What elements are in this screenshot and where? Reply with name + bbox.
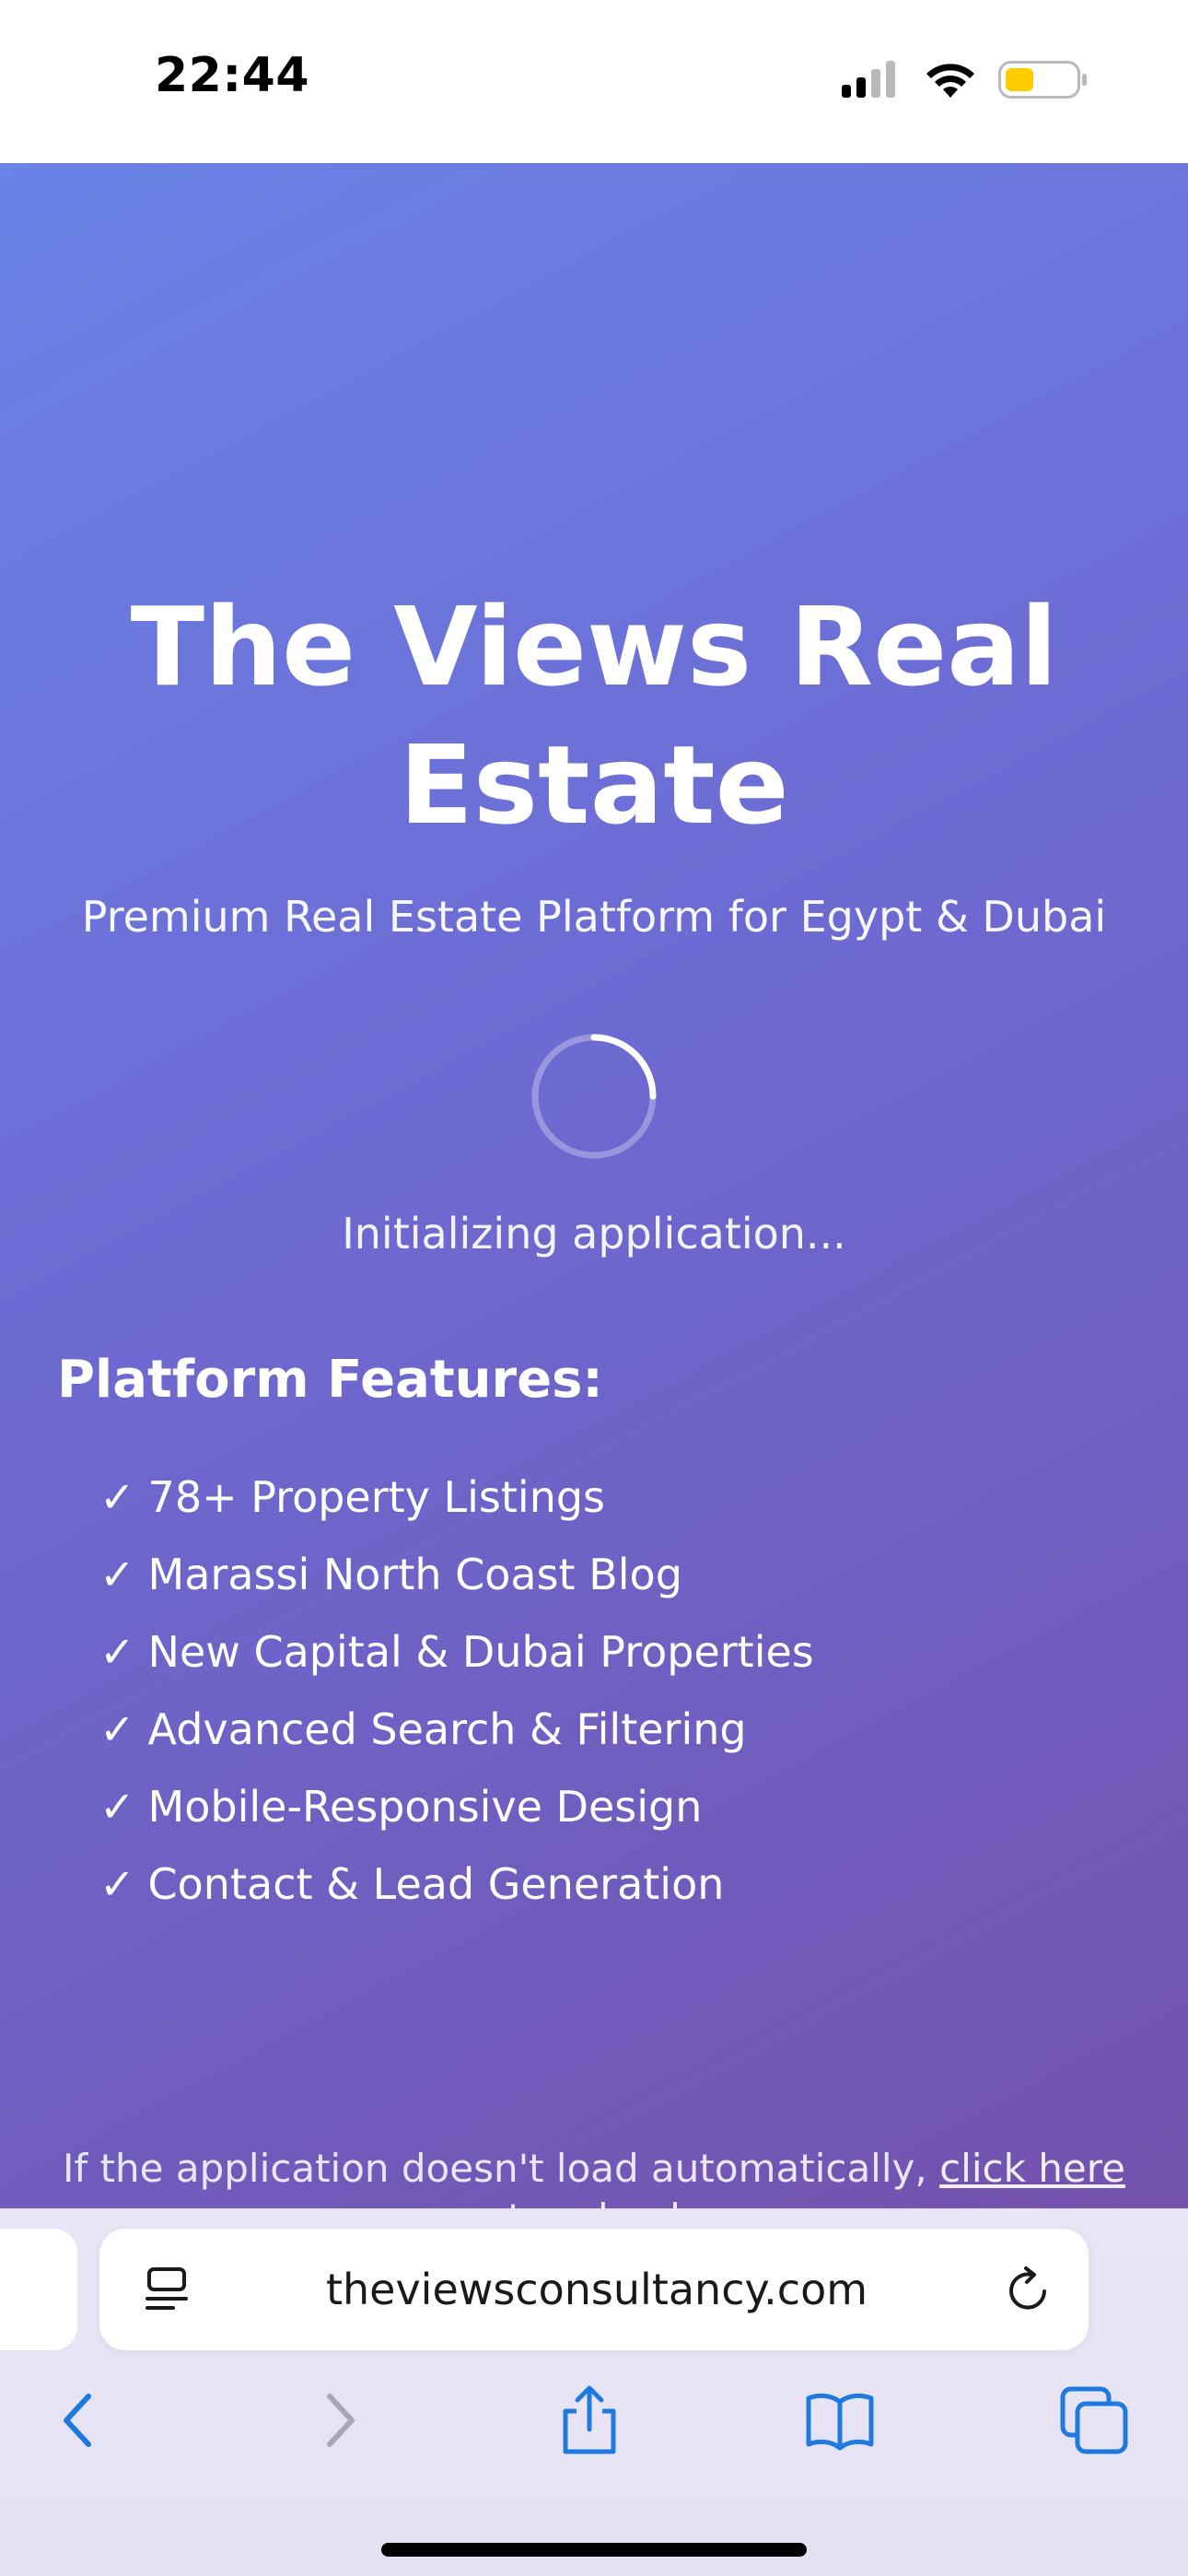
check-icon: ✓ — [99, 1704, 135, 1754]
forward-icon[interactable] — [302, 2383, 376, 2457]
feature-label: Contact & Lead Generation — [147, 1859, 725, 1909]
feature-item: ✓ Contact & Lead Generation — [99, 1845, 814, 1923]
reload-icon[interactable] — [1004, 2266, 1054, 2315]
address-bar[interactable]: theviewsconsultancy.com — [99, 2229, 1089, 2350]
loading-status-text: Initializing application... — [342, 1209, 846, 1259]
status-bar: 22:44 — [0, 0, 1188, 163]
loading-spinner-icon — [531, 1034, 657, 1159]
feature-item: ✓ Advanced Search & Filtering — [99, 1691, 814, 1768]
home-indicator[interactable] — [381, 2543, 807, 2557]
features-list: ✓ 78+ Property Listings ✓ Marassi North Co… — [99, 1458, 814, 1923]
feature-item: ✓ 78+ Property Listings — [99, 1458, 814, 1536]
feature-label: 78+ Property Listings — [147, 1472, 606, 1522]
bookmarks-icon[interactable] — [803, 2383, 877, 2457]
battery-icon — [998, 61, 1087, 99]
features-heading: Platform Features: — [57, 1350, 603, 1410]
page-title: The Views Real Estate — [0, 578, 1188, 854]
feature-label: New Capital & Dubai Properties — [147, 1627, 814, 1677]
feature-item: ✓ Marassi North Coast Blog — [99, 1536, 814, 1613]
reload-note-text: If the application doesn't load automati… — [63, 2146, 927, 2191]
check-icon: ✓ — [99, 1472, 135, 1522]
cellular-signal-icon — [842, 61, 895, 98]
url-text[interactable]: theviewsconsultancy.com — [210, 2229, 984, 2350]
feature-label: Marassi North Coast Blog — [147, 1550, 682, 1599]
feature-item: ✓ New Capital & Dubai Properties — [99, 1613, 814, 1691]
status-icons — [842, 61, 1087, 99]
browser-chrome: theviewsconsultancy.com — [0, 2208, 1188, 2576]
wifi-icon — [926, 64, 974, 98]
back-icon[interactable] — [42, 2383, 116, 2457]
tabs-icon[interactable] — [1057, 2383, 1131, 2457]
page-subtitle: Premium Real Estate Platform for Egypt &… — [81, 892, 1107, 942]
previous-tab-preview[interactable] — [0, 2229, 77, 2350]
feature-label: Mobile-Responsive Design — [147, 1782, 703, 1832]
check-icon: ✓ — [99, 1782, 135, 1832]
feature-item: ✓ Mobile-Responsive Design — [99, 1768, 814, 1845]
page-menu-icon[interactable] — [144, 2266, 190, 2313]
feature-label: Advanced Search & Filtering — [147, 1704, 747, 1754]
web-content: The Views Real Estate Premium Real Estat… — [0, 163, 1188, 2241]
page-title-line-1: The Views Real — [130, 583, 1058, 710]
check-icon: ✓ — [99, 1627, 135, 1677]
status-time: 22:44 — [155, 48, 310, 103]
check-icon: ✓ — [99, 1859, 135, 1909]
page-title-line-2: Estate — [399, 721, 789, 849]
share-icon[interactable] — [553, 2383, 626, 2457]
check-icon: ✓ — [99, 1550, 135, 1599]
